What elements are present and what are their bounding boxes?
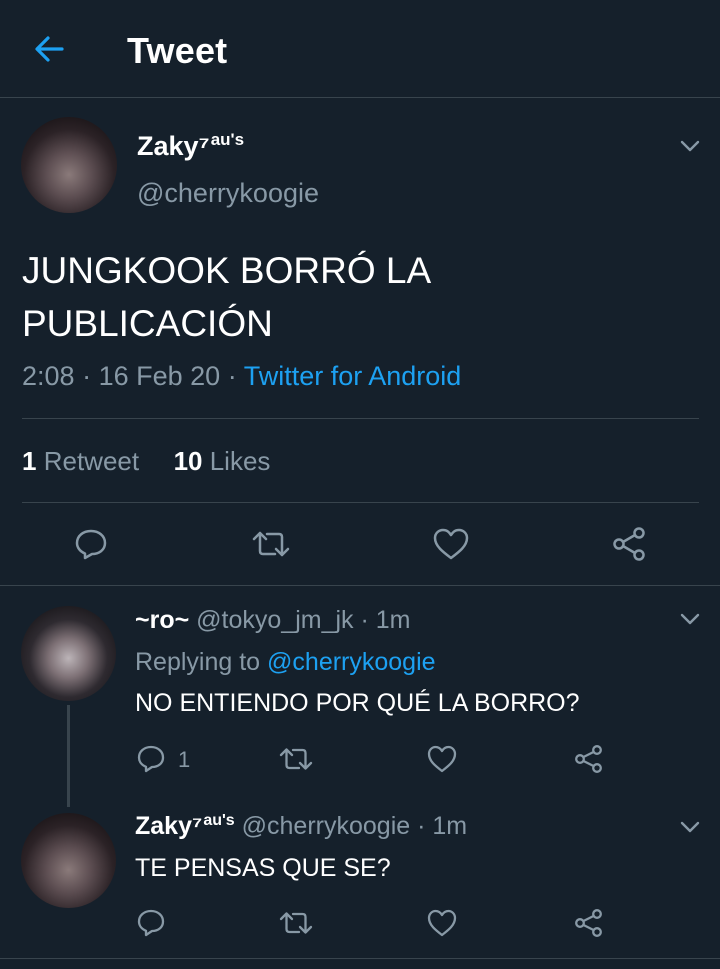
meta-separator: · xyxy=(227,361,237,391)
reply-time: 1m xyxy=(375,606,411,634)
tweet-text-line: PUBLICACIÓN xyxy=(22,303,273,344)
page-title: Tweet xyxy=(127,30,228,71)
avatar[interactable] xyxy=(21,813,116,908)
chevron-down-icon[interactable] xyxy=(679,820,701,834)
retweet-count: 1 xyxy=(22,446,37,476)
retweet-icon[interactable] xyxy=(278,746,314,772)
like-label: Likes xyxy=(209,446,271,476)
reply-text: TE PENSAS QUE SE? xyxy=(135,854,391,882)
heart-icon[interactable] xyxy=(426,744,458,774)
chevron-down-icon[interactable] xyxy=(679,139,701,153)
like-count: 10 xyxy=(173,446,203,476)
retweet-label: Retweet xyxy=(43,446,140,476)
meta-separator: · xyxy=(82,361,92,391)
replying-handle[interactable]: @cherrykoogie xyxy=(267,648,436,676)
tweet-text: JUNGKOOK BORRÓ LA PUBLICACIÓN xyxy=(22,244,682,350)
share-icon[interactable] xyxy=(573,744,605,774)
author-display-name: Zaky⁷ xyxy=(137,131,210,161)
author-name[interactable]: Zaky⁷au's xyxy=(137,130,244,162)
reply-header: Zaky⁷au's @cherrykoogie · 1m xyxy=(135,812,467,841)
reply-icon[interactable] xyxy=(135,744,167,774)
author-badge: au's xyxy=(203,812,235,829)
heart-icon[interactable] xyxy=(426,908,458,938)
replying-label: Replying to xyxy=(135,648,261,676)
divider xyxy=(0,585,720,586)
divider xyxy=(22,418,699,419)
reply-icon[interactable] xyxy=(73,527,109,561)
reply-icon[interactable] xyxy=(135,908,167,938)
meta-separator: · xyxy=(360,606,369,634)
tweet-stats: 1 Retweet 10 Likes xyxy=(22,446,270,477)
arrow-left-icon xyxy=(35,36,64,62)
meta-separator: · xyxy=(417,812,426,840)
back-button[interactable] xyxy=(32,32,66,66)
replying-to: Replying to @cherrykoogie xyxy=(135,648,436,677)
tweet-text-line: JUNGKOOK BORRÓ LA xyxy=(22,250,432,291)
reply-author-name[interactable]: ~ro~ xyxy=(135,606,189,634)
reply-header: ~ro~ @tokyo_jm_jk · 1m xyxy=(135,606,411,635)
thread-connector xyxy=(67,705,70,807)
reply-author-handle[interactable]: @tokyo_jm_jk xyxy=(196,606,353,634)
avatar[interactable] xyxy=(21,117,117,213)
retweets-stat[interactable]: 1 Retweet xyxy=(22,446,139,476)
divider xyxy=(0,958,720,959)
tweet-meta: 2:08 · 16 Feb 20 · Twitter for Android xyxy=(22,361,461,392)
retweet-icon[interactable] xyxy=(278,910,314,936)
share-icon[interactable] xyxy=(573,908,605,938)
retweet-icon[interactable] xyxy=(250,529,292,559)
reply-author-name[interactable]: Zaky⁷au's xyxy=(135,812,235,840)
reply-author-display-name: Zaky⁷ xyxy=(135,812,203,840)
author-badge: au's xyxy=(210,130,245,149)
reply-text: NO ENTIENDO POR QUÉ LA BORRO? xyxy=(135,689,580,717)
share-icon[interactable] xyxy=(611,526,649,562)
chevron-down-icon[interactable] xyxy=(679,612,701,626)
likes-stat[interactable]: 10 Likes xyxy=(174,446,271,476)
heart-icon[interactable] xyxy=(432,527,470,561)
tweet-time: 2:08 xyxy=(22,361,75,391)
divider xyxy=(22,502,699,503)
reply-author-handle[interactable]: @cherrykoogie xyxy=(242,812,411,840)
avatar[interactable] xyxy=(21,606,116,701)
reply-count: 1 xyxy=(178,747,191,772)
tweet-date: 16 Feb 20 xyxy=(98,361,221,391)
reply-time: 1m xyxy=(432,812,468,840)
author-handle[interactable]: @cherrykoogie xyxy=(137,178,319,209)
tweet-source-link[interactable]: Twitter for Android xyxy=(244,361,462,391)
top-bar: Tweet xyxy=(0,0,720,98)
